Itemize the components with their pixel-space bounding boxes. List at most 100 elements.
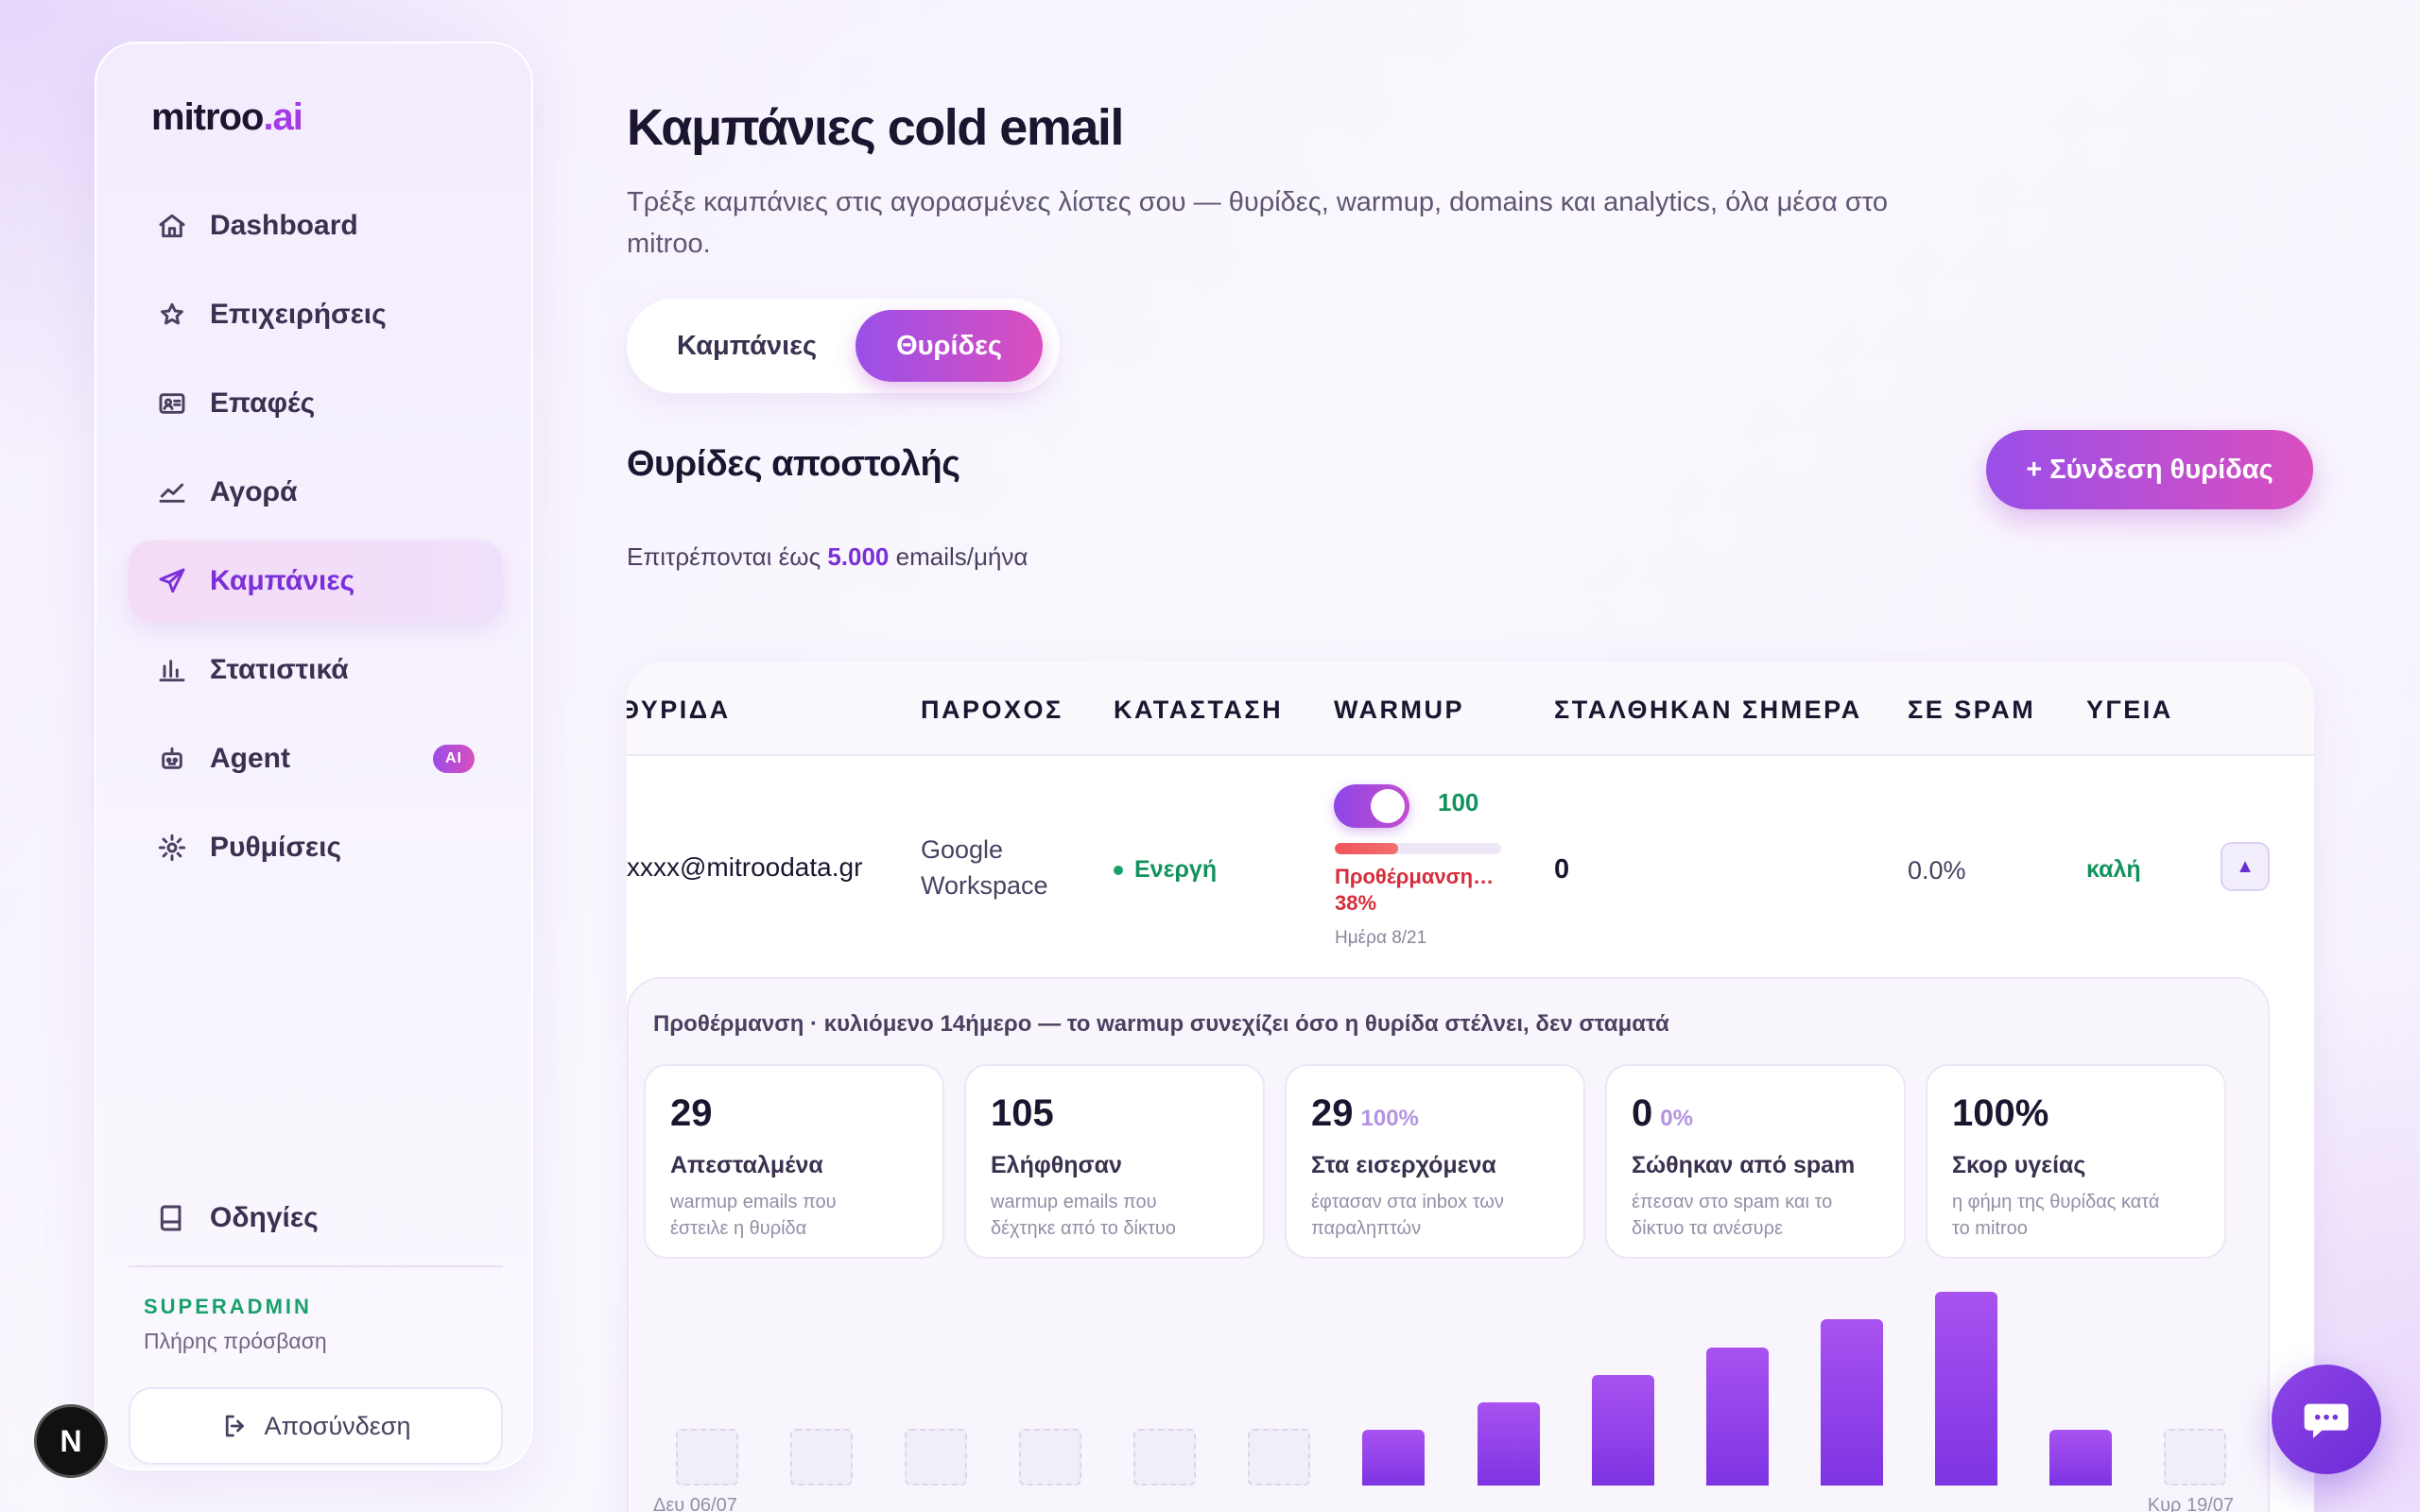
chart-bar [1591,1375,1654,1486]
sidebar-item-label: Αγορά [210,476,298,507]
chart-bar [789,1429,853,1486]
page-subtitle: Τρέξε καμπάνιες στις αγορασμένες λίστες … [627,187,1888,259]
chart-bar [1248,1429,1311,1486]
mailbox-address: xxxx@mitroodata.gr [627,852,863,882]
chart-axis-end: Κυρ 19/07 [2147,1495,2234,1512]
chat-button[interactable] [2272,1365,2381,1474]
connect-mailbox-button[interactable]: + Σύνδεση θυρίδας [1986,430,2313,509]
page-title: Καμπάνιες cold email [627,99,1124,156]
star-icon [155,298,189,332]
warmup-bar-chart [653,1278,2260,1486]
collapse-row-button[interactable]: ▲ [2221,842,2270,891]
tab-mailboxes[interactable]: Θυρίδες [856,310,1043,382]
column-header: ΚΑΤΑΣΤΑΣΗ [1114,696,1284,724]
sidebar-item-label: Στατιστικά [210,654,349,685]
chart-bar [1705,1348,1769,1486]
quota-value: 5.000 [827,542,890,571]
column-header: WARMUP [1334,696,1464,724]
sidebar-nav: Dashboard Επιχειρήσεις Επαφές Αγορά Καμπ… [129,185,503,896]
bar-chart-icon [155,653,189,687]
sidebar-divider [129,1265,503,1267]
trend-line-icon [155,475,189,509]
table-header: ΘΥΡΙΔΑ ΠΑΡΟΧΟΣ ΚΑΤΑΣΤΑΣΗ WARMUP ΣΤΑΛΘΗΚΑ… [627,662,2314,756]
contact-card-icon [155,387,189,421]
warmup-day: Ημέρα 8/21 [1335,928,1427,948]
column-header: ΣΤΑΛΘΗΚΑΝ ΣΗΜΕΡΑ [1554,696,1862,724]
column-header: ΣΕ SPAM [1908,696,2036,724]
quota-suffix: emails/μήνα [895,542,1028,571]
chart-bar [2049,1430,2113,1486]
sidebar-item-label: Οδηγίες [210,1202,319,1233]
chart-bar [1935,1292,1998,1486]
warmup-note: Προθέρμανση · κυλιόμενο 14ήμερο — το war… [653,1011,1669,1037]
sidebar-item-dashboard[interactable]: Dashboard [129,185,503,266]
logout-icon [225,1415,244,1437]
chart-bar [1362,1430,1426,1486]
chart-bar [1821,1319,1883,1486]
sidebar-item-market[interactable]: Αγορά [129,452,503,533]
health-status: καλή [2086,856,2141,883]
chevron-up-icon: ▲ [2236,855,2255,877]
tab-campaigns[interactable]: Καμπάνιες [638,310,856,382]
quota-text: Επιτρέπονται έως 5.000 emails/μήνα [627,542,1028,572]
mailboxes-table: ΘΥΡΙΔΑ ΠΑΡΟΧΟΣ ΚΑΤΑΣΤΑΣΗ WARMUP ΣΤΑΛΘΗΚΑ… [627,662,2314,1512]
sidebar-item-label: Καμπάνιες [210,565,355,596]
ai-badge: AI [433,745,475,773]
quota-prefix: Επιτρέπονται έως [627,542,821,571]
column-header: ΘΥΡΙΔΑ [627,696,731,724]
sent-today: 0 [1554,854,1570,885]
stat-card-sent: 29 Απεσταλμένα warmup emails που έστειλε … [644,1064,944,1259]
logout-button[interactable]: Αποσύνδεση [129,1387,503,1465]
stat-card-received: 105 Ελήφθησαν warmup emails που δέχτηκε α… [964,1064,1265,1259]
sidebar-item-label: Dashboard [210,210,358,241]
chat-bubble-icon [2304,1403,2349,1438]
section-title: Θυρίδες αποστολής [627,444,960,484]
warmup-progress-bar [1335,843,1501,854]
sidebar-item-campaigns[interactable]: Καμπάνιες [129,541,503,622]
chart-bar [1133,1429,1197,1486]
status-dot-icon [1114,865,1123,875]
sidebar-item-statistics[interactable]: Στατιστικά [129,629,503,711]
user-role: SUPERADMIN [144,1295,312,1318]
user-role-description: Πλήρης πρόσβαση [144,1329,327,1353]
brand-logo[interactable]: mitroo.ai [151,96,303,139]
status-badge: Ενεργή [1114,856,1217,884]
sidebar-item-guide[interactable]: Οδηγίες [129,1177,503,1259]
column-header: ΥΓΕΙΑ [2086,696,2173,724]
sidebar-item-contacts[interactable]: Επαφές [129,363,503,444]
chart-bar [2164,1429,2227,1486]
warmup-status: Προθέρμανση… 38% [1335,865,1495,915]
column-header: ΠΑΡΟΧΟΣ [921,696,1063,724]
sidebar-guide: Οδηγίες [129,1177,503,1266]
sidebar-item-label: Agent [210,743,290,774]
sidebar-item-label: Ρυθμίσεις [210,832,342,863]
spam-rate: 0.0% [1908,856,1966,885]
chart-axis-start: Δευ 06/07 [653,1495,737,1512]
warmup-toggle[interactable] [1334,784,1409,828]
stat-card-rescued-spam: 0 0% Σώθηκαν από spam έπεσαν στο spam και… [1605,1064,1906,1259]
sidebar-item-agent[interactable]: Agent AI [129,718,503,799]
next-dev-badge[interactable]: N [34,1404,108,1478]
sidebar-item-label: Επαφές [210,387,316,419]
stat-card-health-score: 100% Σκορ υγείας η φήμη της θυρίδας κατά… [1926,1064,2226,1259]
gear-icon [155,831,189,865]
chart-bar [904,1429,967,1486]
warmup-details-panel: Προθέρμανση · κυλιόμενο 14ήμερο — το war… [627,977,2270,1512]
robot-icon [155,742,189,776]
sidebar: mitroo.ai Dashboard Επιχειρήσεις Επαφές … [95,42,533,1470]
logout-label: Αποσύνδεση [264,1411,411,1440]
sidebar-item-businesses[interactable]: Επιχειρήσεις [129,274,503,355]
book-icon [155,1201,189,1235]
chart-bar [1477,1402,1540,1486]
stat-card-inbox: 29 100% Στα εισερχόμενα έφτασαν στα inbox… [1285,1064,1585,1259]
warmup-score: 100 [1438,788,1479,816]
chart-bar [1019,1429,1082,1486]
send-icon [155,564,189,598]
home-icon [155,209,189,243]
provider-name: Google Workspace [921,835,1048,900]
chart-bar [675,1429,738,1486]
sidebar-item-label: Επιχειρήσεις [210,299,387,330]
tabs: Καμπάνιες Θυρίδες [627,299,1060,393]
sidebar-item-settings[interactable]: Ρυθμίσεις [129,807,503,888]
warmup-progress-fill [1335,843,1398,854]
